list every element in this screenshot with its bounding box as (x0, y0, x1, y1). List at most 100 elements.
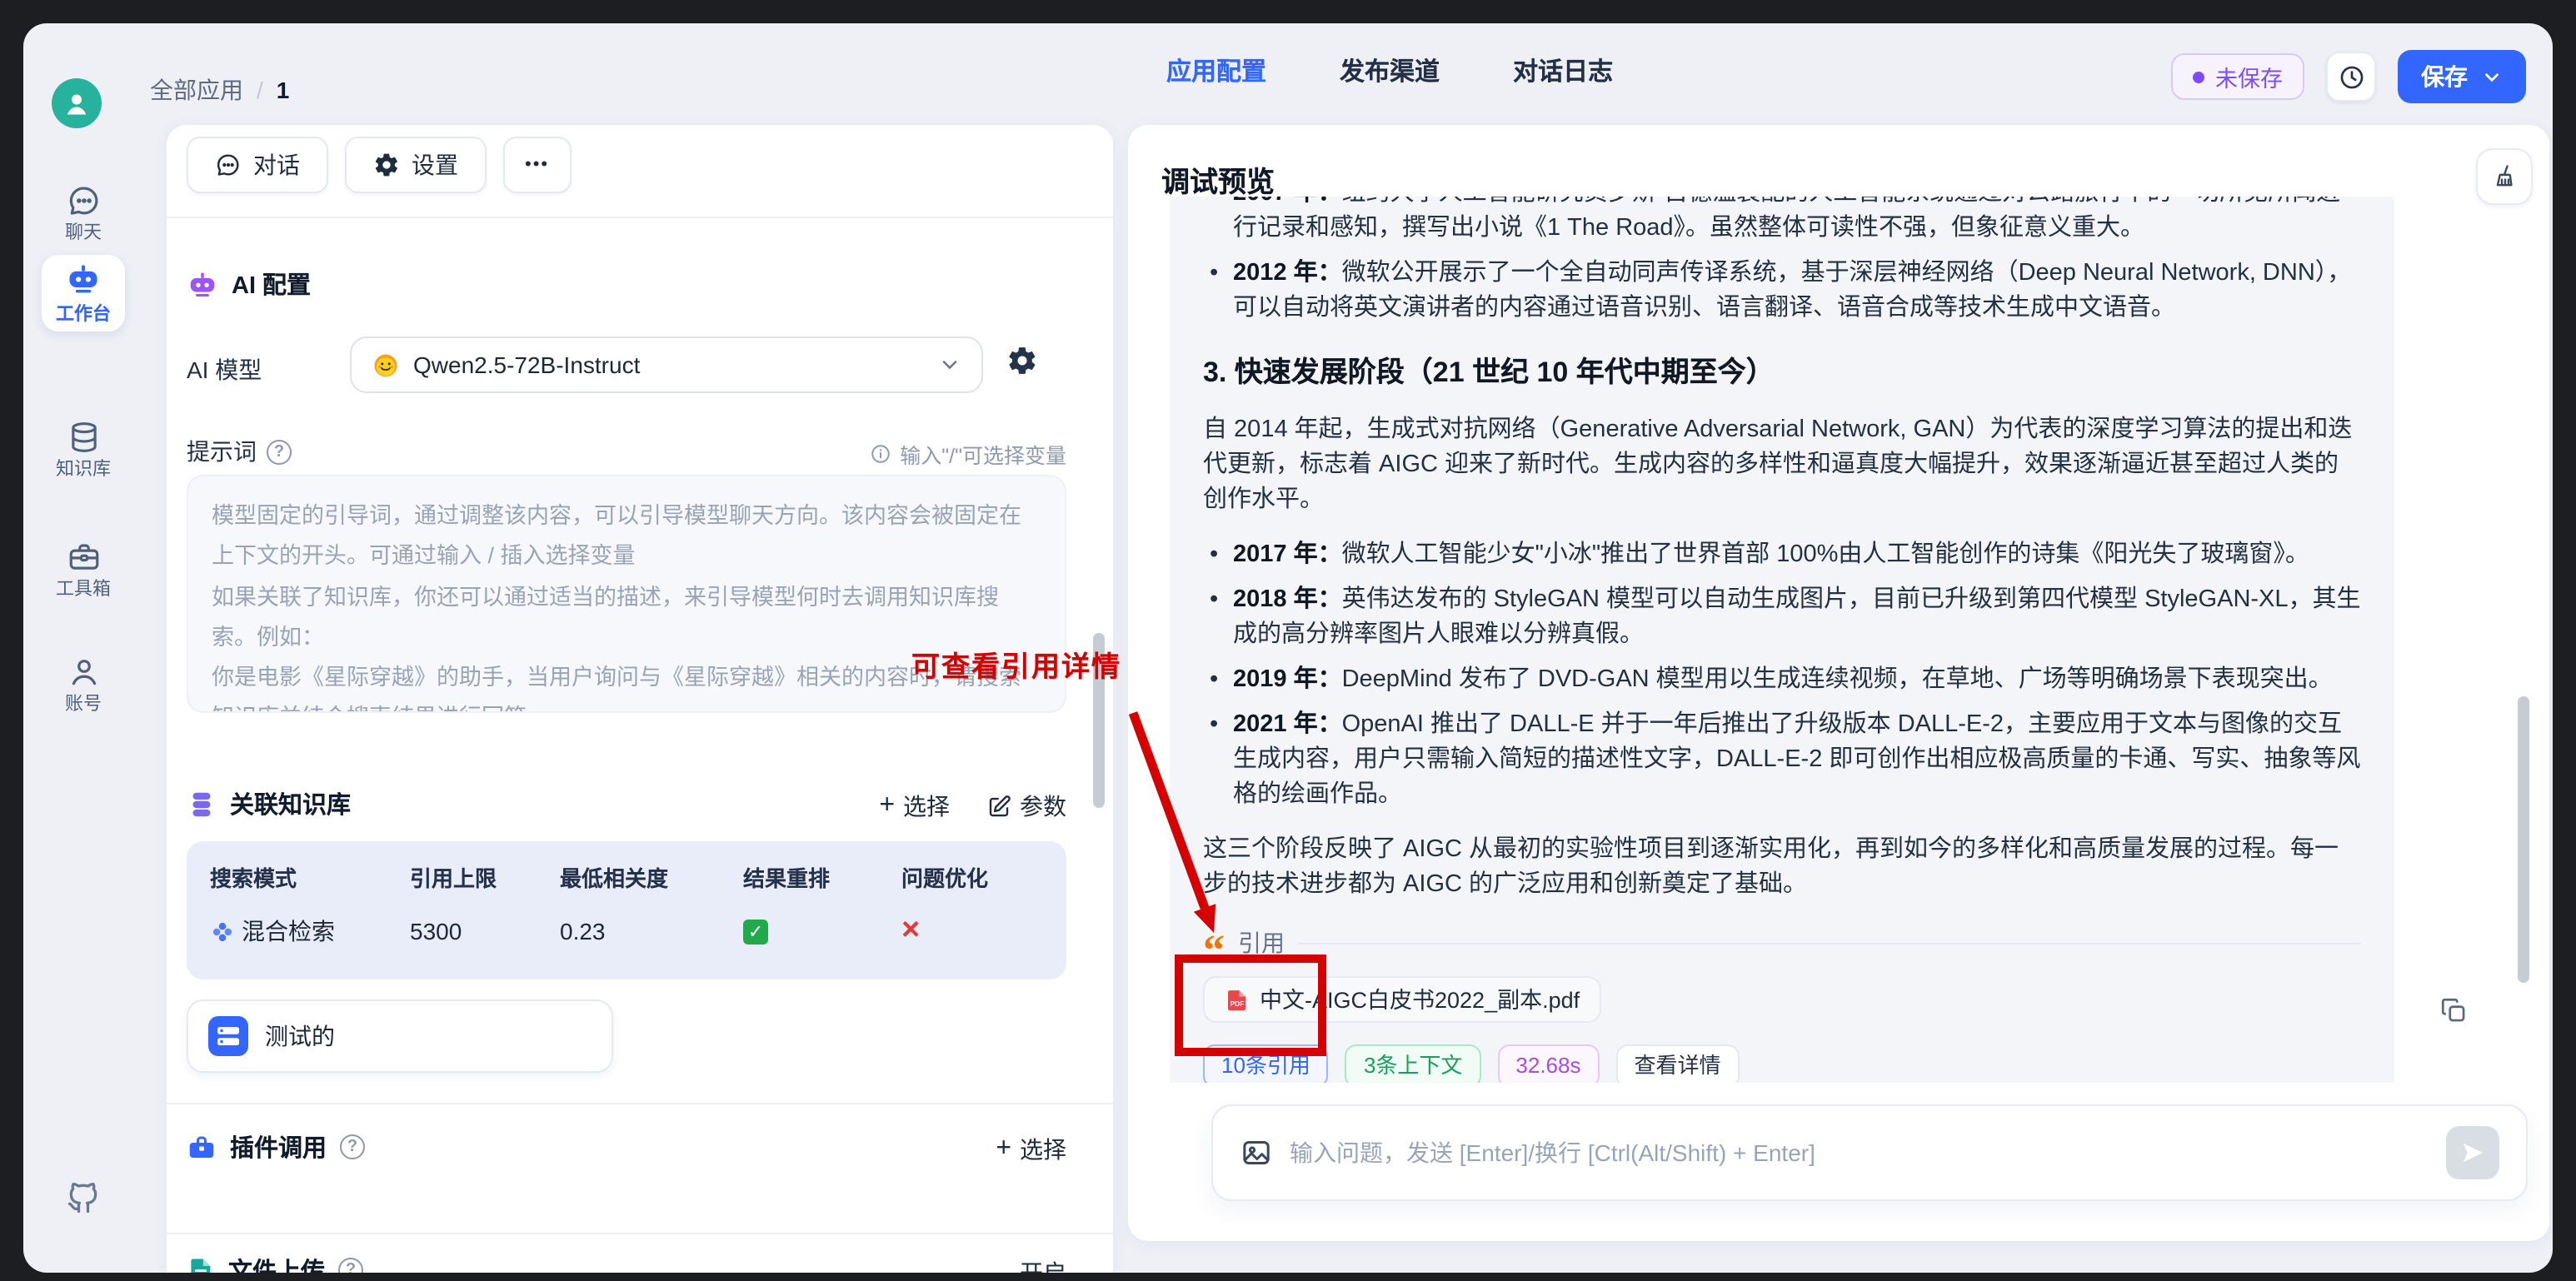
message-paragraph: 自 2014 年起，生成式对抗网络（Generative Adversarial… (1203, 413, 2361, 518)
variable-hint-text: 输入"/"可选择变量 (900, 438, 1066, 470)
more-button[interactable]: ••• (503, 137, 571, 193)
user-icon (62, 88, 92, 118)
citation-header: “ 引用 (1203, 926, 2361, 960)
sidebar-item-toolbox[interactable]: 工具箱 (23, 540, 143, 601)
unsaved-badge: 未保存 (2170, 53, 2304, 100)
annotation-text: 可查看引用详情 (911, 643, 1121, 685)
timeline-list: 2007 年：纽约大学人工智能研究员罗斯·古德温装配的人工智能系统通过对公路旅行… (1206, 197, 2361, 326)
kb-params-label: 参数 (1020, 790, 1066, 823)
divider (167, 217, 1113, 218)
copy-message-button[interactable] (2439, 996, 2468, 1024)
more-icon: ••• (525, 155, 549, 175)
model-settings-button[interactable] (1006, 345, 1038, 376)
year-label: 2018 年： (1233, 586, 1342, 613)
chevron-down-icon (938, 353, 961, 376)
kb-quote-limit-value: 5300 (410, 918, 560, 945)
kb-params-button[interactable]: 参数 (986, 790, 1066, 823)
github-link[interactable] (65, 1179, 102, 1216)
file-icon (187, 1256, 215, 1273)
view-details-chip[interactable]: 查看详情 (1616, 1044, 1740, 1083)
kb-col-min-relevance: 最低相关度 (560, 861, 743, 893)
kb-search-mode-value: 混合检索 (242, 915, 335, 948)
year-label: 2019 年： (1233, 666, 1342, 693)
tab-app-config[interactable]: 应用配置 (1166, 53, 1266, 88)
plugin-header: 插件调用 ? (187, 1129, 365, 1164)
config-toolbar: 对话 设置 ••• (187, 137, 571, 193)
file-upload-header: 文件上传 ? (187, 1253, 363, 1273)
gear-icon (373, 152, 400, 178)
kb-select-label: 选择 (903, 790, 950, 823)
help-icon[interactable]: ? (338, 1258, 363, 1273)
kb-relevance-value: 0.23 (560, 918, 743, 945)
model-value: Qwen2.5-72B-Instruct (413, 351, 640, 378)
dataset-card[interactable]: 测试的 (187, 999, 613, 1073)
plugin-select-button[interactable]: + 选择 (996, 1133, 1066, 1166)
dataset-name: 测试的 (265, 1019, 335, 1053)
item-text: 微软公开展示了一个全自动同声传译系统，基于深层神经网络（Deep Neural … (1233, 260, 2351, 321)
list-item: 2017 年：微软人工智能少女"小冰"推出了世界首部 100%由人工智能创作的诗… (1206, 538, 2361, 573)
settings-label: 设置 (412, 148, 458, 182)
kb-col-search-mode: 搜索模式 (210, 861, 410, 893)
debug-preview-panel: 调试预览 2007 年：纽约大学人工智能研究员罗斯·古德温装配的人工智能系统通过… (1128, 125, 2549, 1241)
duration-chip[interactable]: 32.68s (1497, 1044, 1599, 1083)
chat-input[interactable] (1290, 1139, 2429, 1166)
list-item: 2019 年：DeepMind 发布了 DVD-GAN 模型用以生成连续视频，在… (1206, 663, 2361, 698)
breadcrumb-root[interactable]: 全部应用 (150, 73, 243, 107)
plus-icon: + (879, 791, 895, 821)
history-button[interactable] (2326, 52, 2376, 102)
message-paragraph: 这三个阶段反映了 AIGC 从最初的实验性项目到逐渐实用化，再到如今的多样化和高… (1203, 833, 2361, 903)
info-icon (870, 443, 891, 465)
image-upload-icon[interactable] (1240, 1136, 1273, 1169)
item-text: OpenAI 推出了 DALL-E 并于一年后推出了升级版本 DALL-E-2，… (1233, 711, 2360, 808)
sidebar-item-account[interactable]: 账号 (23, 655, 143, 716)
save-button[interactable]: 保存 (2398, 50, 2526, 103)
sidebar-label: 知识库 (56, 460, 111, 481)
avatar[interactable] (52, 78, 102, 128)
clear-chat-button[interactable] (2476, 148, 2533, 205)
tab-publish-channel[interactable]: 发布渠道 (1340, 53, 1440, 88)
breadcrumb-current: 1 (277, 77, 290, 103)
file-upload-status[interactable]: 开启 (1020, 1256, 1066, 1273)
hybrid-search-icon (210, 919, 235, 944)
kb-settings-table[interactable]: 搜索模式 引用上限 最低相关度 结果重排 问题优化 混合检索 5300 0.23… (187, 841, 1066, 979)
help-icon[interactable]: ? (267, 439, 292, 464)
kb-header: 关联知识库 (187, 786, 351, 821)
variable-hint: 输入"/"可选择变量 (870, 438, 1066, 470)
chat-input-bar (1211, 1104, 2528, 1201)
broom-icon (2490, 162, 2519, 191)
ai-config-title: AI 配置 (232, 267, 311, 302)
unsaved-dot-icon (2192, 71, 2204, 82)
year-label: 2017 年： (1233, 541, 1342, 568)
sidebar-item-chat[interactable]: 聊天 (23, 183, 143, 245)
kb-select-button[interactable]: + 选择 (879, 790, 950, 823)
item-text: DeepMind 发布了 DVD-GAN 模型用以生成连续视频，在草地、广场等明… (1342, 666, 2333, 693)
gear-icon (1006, 345, 1038, 376)
context-count-chip[interactable]: 3条上下文 (1345, 1044, 1480, 1083)
citation-divider (1298, 942, 2361, 944)
send-button[interactable] (2446, 1126, 2499, 1179)
help-icon[interactable]: ? (340, 1134, 365, 1159)
sidebar-item-datasets[interactable]: 知识库 (23, 420, 143, 481)
github-icon (65, 1179, 102, 1216)
chat-icon (66, 183, 101, 218)
ai-config-header: AI 配置 (187, 267, 311, 302)
tab-chat-logs[interactable]: 对话日志 (1513, 53, 1613, 88)
chat-scroll-area[interactable]: 2007 年：纽约大学人工智能研究员罗斯·古德温装配的人工智能系统通过对公路旅行… (1161, 197, 2433, 1083)
kb-table-row: 混合检索 5300 0.23 ✓ × (210, 915, 1043, 948)
sidebar-item-workbench[interactable]: 工作台 (42, 255, 125, 331)
kb-actions: + 选择 参数 (879, 790, 1066, 823)
file-upload-actions: 开启 (1020, 1256, 1066, 1273)
chat-icon (215, 152, 242, 178)
list-item: 2012 年：微软公开展示了一个全自动同声传译系统，基于深层神经网络（Deep … (1206, 257, 2361, 326)
chevron-down-icon (2481, 66, 2503, 87)
preview-scrollbar[interactable] (2518, 696, 2529, 983)
kb-rerank-value: ✓ (743, 919, 901, 944)
citation-chips: 10条引用 3条上下文 32.68s 查看详情 (1203, 1044, 2361, 1083)
annotation-arrow-icon (1103, 695, 1253, 945)
settings-button[interactable]: 设置 (345, 137, 487, 193)
model-select[interactable]: Qwen2.5-72B-Instruct (350, 336, 983, 393)
plugin-title: 插件调用 (230, 1129, 327, 1164)
chat-test-button[interactable]: 对话 (187, 137, 328, 193)
sidebar-label: 工作台 (56, 300, 111, 326)
divider (167, 1103, 1113, 1104)
